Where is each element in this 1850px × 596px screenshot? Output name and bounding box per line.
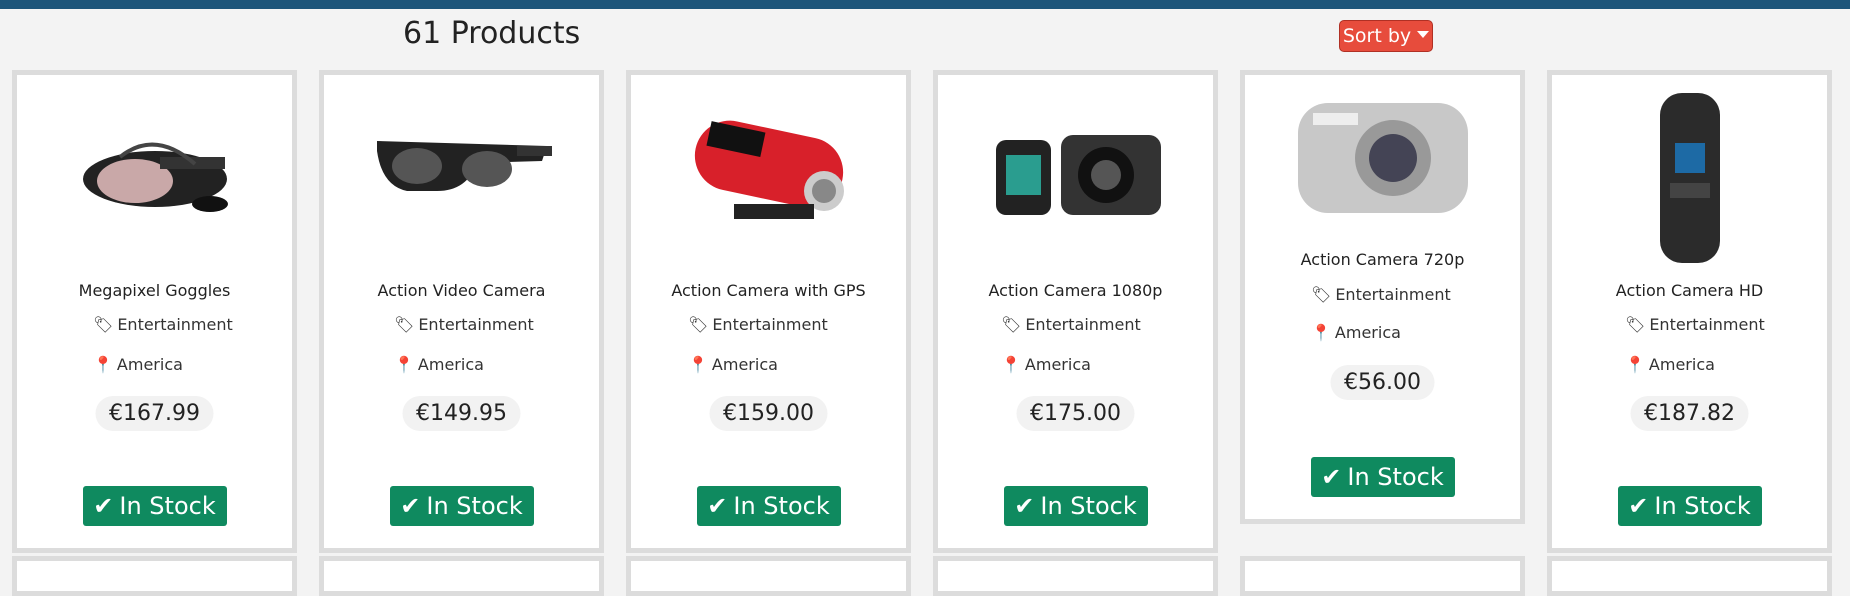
product-category: 🏷 Entertainment <box>1001 315 1141 334</box>
product-price: €159.00 <box>709 396 828 431</box>
product-location: 📍 America <box>93 355 183 374</box>
tags-icon: 🏷 <box>93 315 114 334</box>
product-price: €56.00 <box>1330 365 1435 400</box>
sort-button-label: Sort by <box>1342 25 1412 47</box>
product-card[interactable]: Action Camera with GPS 🏷 Entertainment 📍… <box>626 70 911 553</box>
tags-icon: 🏷 <box>688 315 709 334</box>
product-location: 📍 America <box>1001 355 1091 374</box>
check-icon: ✔ <box>400 492 421 520</box>
tags-icon: 🏷 <box>1311 285 1332 304</box>
in-stock-button[interactable]: ✔ In Stock <box>1003 486 1148 526</box>
products-count: 61 Products <box>403 16 581 51</box>
sort-button[interactable]: Sort by <box>1339 20 1433 52</box>
product-category: 🏷 Entertainment <box>394 315 534 334</box>
product-location: 📍 America <box>1311 323 1401 342</box>
product-name: Action Camera with GPS <box>671 281 866 300</box>
check-icon: ✔ <box>93 492 114 520</box>
product-card-partial[interactable] <box>1547 556 1832 596</box>
product-card[interactable]: Action Camera HD 🏷 Entertainment 📍 Ameri… <box>1547 70 1832 553</box>
product-name: Action Video Camera <box>377 281 546 300</box>
caret-down-icon <box>1417 31 1430 38</box>
video-glasses-image <box>376 141 552 191</box>
product-category: 🏷 Entertainment <box>93 315 233 334</box>
check-icon: ✔ <box>1014 492 1035 520</box>
product-card-partial[interactable] <box>1240 556 1525 596</box>
goggles-image <box>82 142 228 212</box>
gps-camera-image <box>694 120 844 219</box>
check-icon: ✔ <box>1321 463 1342 491</box>
product-card[interactable]: Megapixel Goggles 🏷 Entertainment 📍 Amer… <box>12 70 297 553</box>
product-card-partial[interactable] <box>626 556 911 596</box>
product-name: Action Camera 720p <box>1300 250 1465 269</box>
in-stock-button[interactable]: ✔ In Stock <box>1310 457 1455 497</box>
top-bar <box>0 0 1850 9</box>
product-card[interactable]: Action Camera 1080p 🏷 Entertainment 📍 Am… <box>933 70 1218 553</box>
product-card-partial[interactable] <box>319 556 604 596</box>
tags-icon: 🏷 <box>1001 315 1022 334</box>
map-pin-icon: 📍 <box>688 355 708 374</box>
product-category: 🏷 Entertainment <box>1625 315 1765 334</box>
product-location: 📍 America <box>394 355 484 374</box>
product-card[interactable]: Action Camera 720p 🏷 Entertainment 📍 Ame… <box>1240 70 1525 524</box>
in-stock-button[interactable]: ✔ In Stock <box>82 486 227 526</box>
map-pin-icon: 📍 <box>1311 323 1331 342</box>
check-icon: ✔ <box>707 492 728 520</box>
in-stock-button[interactable]: ✔ In Stock <box>696 486 841 526</box>
product-category: 🏷 Entertainment <box>1311 285 1451 304</box>
camera-watch-image <box>995 135 1161 215</box>
product-price: €187.82 <box>1630 396 1749 431</box>
tags-icon: 🏷 <box>1625 315 1646 334</box>
product-card-partial[interactable] <box>12 556 297 596</box>
product-category: 🏷 Entertainment <box>688 315 828 334</box>
product-card-partial[interactable] <box>933 556 1218 596</box>
product-price: €167.99 <box>95 396 214 431</box>
product-location: 📍 America <box>688 355 778 374</box>
product-name: Action Camera 1080p <box>988 281 1163 300</box>
map-pin-icon: 📍 <box>93 355 113 374</box>
map-pin-icon: 📍 <box>1625 355 1645 374</box>
silver-camera-image <box>1297 103 1468 213</box>
product-price: €149.95 <box>402 396 521 431</box>
map-pin-icon: 📍 <box>394 355 414 374</box>
product-name: Megapixel Goggles <box>78 281 231 300</box>
product-price: €175.00 <box>1016 396 1135 431</box>
product-name: Action Camera HD <box>1615 281 1764 300</box>
product-card[interactable]: Action Video Camera 🏷 Entertainment 📍 Am… <box>319 70 604 553</box>
check-icon: ✔ <box>1628 492 1649 520</box>
product-location: 📍 America <box>1625 355 1715 374</box>
garmin-camera-image <box>1659 93 1720 263</box>
map-pin-icon: 📍 <box>1001 355 1021 374</box>
tags-icon: 🏷 <box>394 315 415 334</box>
in-stock-button[interactable]: ✔ In Stock <box>389 486 534 526</box>
in-stock-button[interactable]: ✔ In Stock <box>1617 486 1762 526</box>
